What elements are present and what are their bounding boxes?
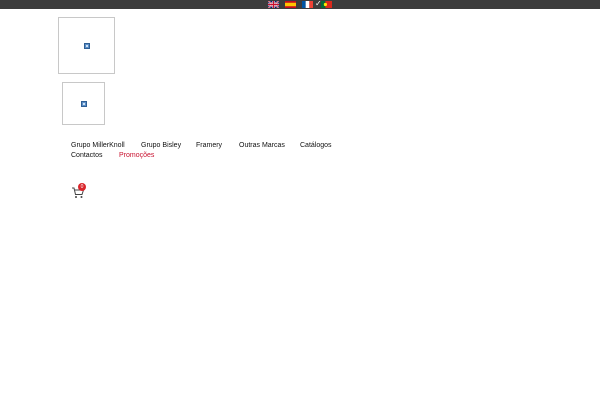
main-navigation: Grupo MillerKnoll Grupo Bisley Framery O… [71, 141, 401, 161]
cart-count-badge: 0 [78, 183, 86, 191]
nav-row-1: Grupo MillerKnoll Grupo Bisley Framery O… [71, 141, 401, 151]
nav-row-2: Contactos Promoções [71, 151, 401, 161]
nav-item-promocoes[interactable]: Promoções [119, 151, 154, 161]
broken-image-icon [80, 100, 87, 107]
portugal-flag-icon[interactable] [321, 1, 332, 8]
secondary-logo[interactable] [62, 82, 105, 125]
nav-item-grupo-bisley[interactable]: Grupo Bisley [141, 141, 181, 151]
nav-item-catalogos[interactable]: Catálogos [300, 141, 332, 151]
language-bar: ✓ [0, 0, 600, 9]
broken-image-icon [83, 42, 90, 49]
uk-flag-icon[interactable] [268, 1, 279, 8]
nav-item-contactos[interactable]: Contactos [71, 151, 103, 161]
cart-button[interactable]: 0 [71, 183, 87, 199]
france-flag-icon[interactable] [302, 1, 313, 8]
nav-item-outras-marcas[interactable]: Outras Marcas [239, 141, 285, 151]
nav-item-framery[interactable]: Framery [196, 141, 222, 151]
nav-item-grupo-millerknoll[interactable]: Grupo MillerKnoll [71, 141, 125, 151]
brand-logo[interactable] [58, 17, 115, 74]
spain-flag-icon[interactable] [285, 1, 296, 8]
